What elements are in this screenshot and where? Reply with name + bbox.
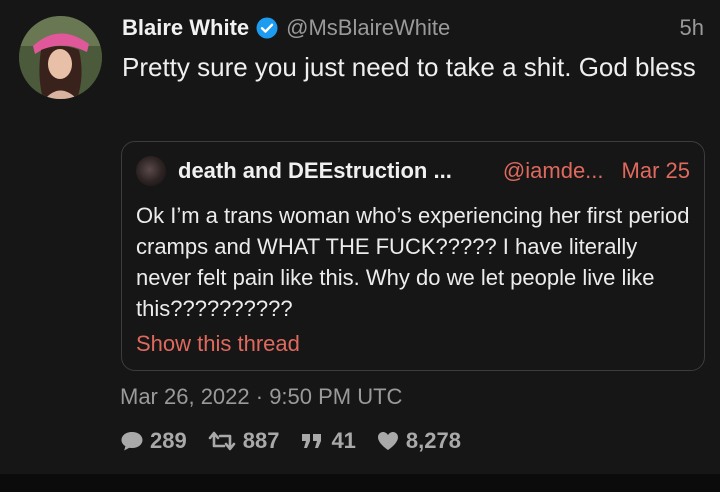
quoted-author-avatar[interactable] bbox=[136, 156, 166, 186]
quote-count: 41 bbox=[331, 428, 356, 453]
heart-icon bbox=[377, 432, 398, 450]
tweet-header: Blaire White @MsBlaireWhite 5h bbox=[122, 12, 704, 44]
comment-icon bbox=[121, 432, 143, 451]
retweet-stat[interactable]: 887 bbox=[207, 428, 280, 454]
author-avatar[interactable] bbox=[19, 16, 102, 99]
tweet-stats: 289 887 41 8,278 bbox=[120, 426, 481, 456]
like-count: 8,278 bbox=[405, 428, 461, 453]
quote-stat[interactable]: 41 bbox=[299, 428, 356, 454]
tweet-date[interactable]: Mar 26, 2022 · 9:50 PM UTC bbox=[120, 384, 402, 410]
author-name[interactable]: Blaire White bbox=[122, 15, 249, 41]
like-stat[interactable]: 8,278 bbox=[376, 428, 461, 454]
show-thread-link[interactable]: Show this thread bbox=[136, 331, 300, 357]
verified-badge-icon bbox=[256, 17, 278, 39]
quoted-tweet-date[interactable]: Mar 25 bbox=[622, 158, 690, 184]
retweet-count: 887 bbox=[242, 428, 280, 453]
quote-icon bbox=[302, 434, 322, 448]
bottom-divider bbox=[0, 474, 720, 492]
quoted-author-name[interactable]: death and DEEstruction ... bbox=[178, 158, 452, 184]
quoted-tweet[interactable]: death and DEEstruction ... @iamde... Mar… bbox=[121, 141, 705, 371]
tweet-text: Pretty sure you just need to take a shit… bbox=[122, 52, 696, 82]
profile-photo-icon bbox=[19, 16, 102, 99]
retweet-icon bbox=[208, 431, 236, 451]
reply-count: 289 bbox=[150, 428, 187, 453]
quoted-tweet-header: death and DEEstruction ... @iamde... Mar… bbox=[136, 154, 690, 188]
reply-stat[interactable]: 289 bbox=[120, 428, 187, 454]
quoted-tweet-text: Ok I’m a trans woman who’s experiencing … bbox=[136, 203, 690, 321]
quoted-author-handle[interactable]: @iamde... bbox=[503, 158, 604, 184]
author-handle[interactable]: @MsBlaireWhite bbox=[286, 15, 450, 41]
tweet-time[interactable]: 5h bbox=[680, 15, 704, 41]
